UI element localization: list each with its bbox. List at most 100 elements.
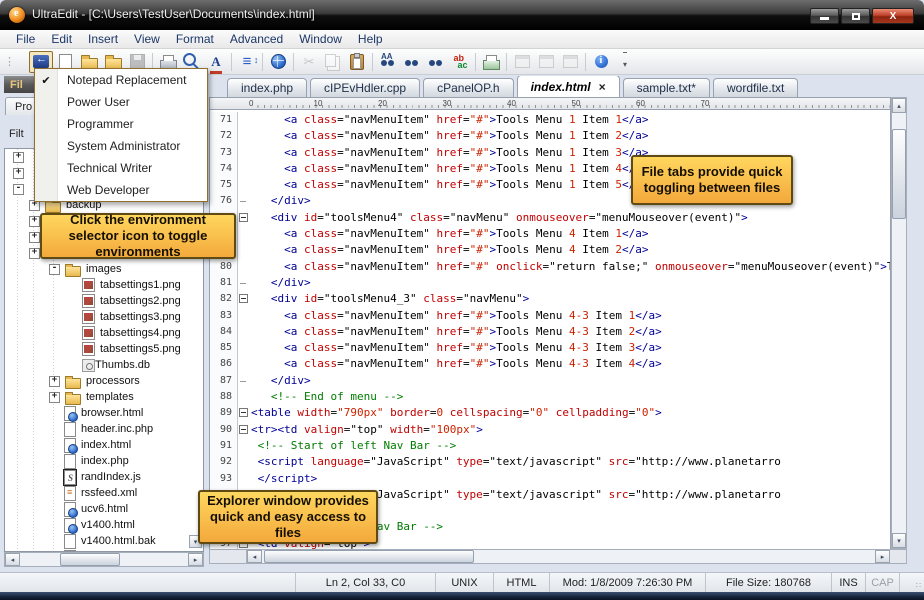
toolbar-drag-handle[interactable]: ⋮ xyxy=(4,55,15,68)
tree-item-rssfeed-xml[interactable]: rssfeed.xml xyxy=(5,485,203,501)
scroll-right-icon[interactable]: ▸ xyxy=(188,553,203,566)
env-menu-item-power-user[interactable]: Power User xyxy=(35,91,207,113)
env-menu-item-system-administrator[interactable]: System Administrator xyxy=(35,135,207,157)
word-wrap-button[interactable] xyxy=(235,51,259,73)
scroll-left-icon[interactable]: ◂ xyxy=(5,553,20,566)
tree-horizontal-scrollbar[interactable]: ◂ ▸ xyxy=(4,552,204,567)
fold-collapse-icon[interactable] xyxy=(239,212,248,222)
tree-item-tabsettings2-png[interactable]: tabsettings2.png xyxy=(5,293,203,309)
find-button[interactable] xyxy=(376,51,400,73)
file-tab-cipevhdler-cpp[interactable]: cIPEvHdler.cpp xyxy=(310,78,421,97)
code-line-77: 77 <div id="toolsMenu4" class="navMenu" … xyxy=(210,209,890,227)
expand-icon[interactable]: + xyxy=(49,375,60,387)
fold-collapse-icon[interactable] xyxy=(239,408,248,418)
about-button[interactable] xyxy=(589,51,613,73)
tree-item-tabsettings5-png[interactable]: tabsettings5.png xyxy=(5,341,203,357)
file-tab-wordfile-txt[interactable]: wordfile.txt xyxy=(712,78,799,97)
file-tab-sample-txt[interactable]: sample.txt* xyxy=(622,78,710,97)
tree-item-v1400-html[interactable]: v1400.html xyxy=(5,517,203,534)
expand-icon[interactable]: + xyxy=(13,151,24,163)
code-text: </script> xyxy=(257,471,318,485)
env-menu-item-programmer[interactable]: Programmer xyxy=(35,113,207,135)
editor-horizontal-scrollbar[interactable]: ◂ ▸ xyxy=(209,549,907,564)
tree-item-index-php[interactable]: index.php xyxy=(5,453,203,469)
tree-item-processors[interactable]: + processors xyxy=(5,373,203,389)
fold-collapse-icon[interactable] xyxy=(239,294,248,304)
menu-insert[interactable]: Insert xyxy=(80,30,126,48)
tree-item-tabsettings3-png[interactable]: tabsettings3.png xyxy=(5,309,203,325)
code-text: <a class="navMenuItem" href="#">Tools Me… xyxy=(284,227,649,241)
cut-button[interactable] xyxy=(297,51,321,73)
scrollbar-thumb[interactable] xyxy=(892,129,906,219)
tree-item-index-html[interactable]: index.html xyxy=(5,437,203,454)
toolbar-separator xyxy=(475,52,476,71)
code-line-79: 79 <a class="navMenuItem" href="#">Tools… xyxy=(210,242,890,259)
menu-help[interactable]: Help xyxy=(350,30,391,48)
fold-collapse-icon[interactable] xyxy=(239,424,248,434)
scroll-down-icon[interactable]: ▾ xyxy=(892,533,906,548)
expand-icon[interactable]: + xyxy=(29,215,40,227)
maximize-button[interactable] xyxy=(841,8,870,24)
tree-item-randindex-js[interactable]: randIndex.js xyxy=(5,468,203,486)
collapse-icon[interactable]: - xyxy=(49,263,60,275)
find-next-icon xyxy=(429,55,443,68)
tree-item-templates[interactable]: + templates xyxy=(5,389,203,405)
tree-item-header-inc-php[interactable]: header.inc.php xyxy=(5,421,203,437)
tree-item-ucv6-html[interactable]: ucv6.html xyxy=(5,501,203,518)
scrollbar-thumb[interactable] xyxy=(60,553,120,566)
menu-format[interactable]: Format xyxy=(168,30,222,48)
find-next-button[interactable] xyxy=(424,51,448,73)
expand-icon[interactable]: + xyxy=(13,167,24,179)
file-tab-index-php[interactable]: index.php xyxy=(227,78,308,97)
tree-item-tabsettings4-png[interactable]: tabsettings4.png xyxy=(5,325,203,341)
line-number: 86 xyxy=(210,356,238,373)
close-button[interactable]: X xyxy=(872,8,914,24)
status-caps: CAP xyxy=(866,573,900,592)
collapse-icon[interactable]: - xyxy=(13,183,24,195)
cascade-windows-button[interactable] xyxy=(510,51,534,73)
check-gutter xyxy=(35,179,58,201)
expand-icon[interactable]: + xyxy=(29,247,40,259)
scroll-left-icon[interactable]: ◂ xyxy=(247,550,262,563)
replace-button[interactable] xyxy=(448,51,472,73)
env-menu-item-web-developer[interactable]: Web Developer xyxy=(35,179,207,201)
menu-window[interactable]: Window xyxy=(291,30,350,48)
menu-advanced[interactable]: Advanced xyxy=(222,30,291,48)
code-text: <a class="navMenuItem" href="#">Tools Me… xyxy=(284,243,649,257)
tree-item-images[interactable]: - images xyxy=(5,261,203,277)
env-menu-item-notepad-replacement[interactable]: ✔ Notepad Replacement xyxy=(35,69,207,91)
scroll-right-icon[interactable]: ▸ xyxy=(875,550,890,563)
minimize-button[interactable] xyxy=(810,8,839,24)
paste-button[interactable] xyxy=(345,51,369,73)
tree-item-browser-html[interactable]: browser.html xyxy=(5,405,203,422)
tree-item-tabsettings1-png[interactable]: tabsettings1.png xyxy=(5,277,203,293)
close-tab-icon[interactable]: × xyxy=(599,80,606,94)
find-prev-button[interactable] xyxy=(400,51,424,73)
tile-windows-button[interactable] xyxy=(534,51,558,73)
browser-view-button[interactable] xyxy=(266,51,290,73)
arrange-windows-button[interactable] xyxy=(558,51,582,73)
reformat-icon xyxy=(482,55,500,70)
menu-edit[interactable]: Edit xyxy=(43,30,80,48)
scroll-up-icon[interactable]: ▴ xyxy=(892,98,906,113)
menu-file[interactable]: File xyxy=(8,30,43,48)
file-tab-index-html[interactable]: index.html × xyxy=(516,76,620,97)
fold-margin xyxy=(238,356,251,372)
code-text: <a class="navMenuItem" href="#">Tools Me… xyxy=(284,161,648,175)
menu-view[interactable]: View xyxy=(126,30,168,48)
env-menu-item-technical-writer[interactable]: Technical Writer xyxy=(35,157,207,179)
tree-item-thumbs-db[interactable]: Thumbs.db xyxy=(5,357,203,373)
about-icon xyxy=(594,55,608,68)
editor-vertical-scrollbar[interactable]: ▴ ▾ xyxy=(891,97,907,549)
tree-item-label: header.inc.php xyxy=(81,423,154,435)
expand-icon[interactable]: + xyxy=(29,231,40,243)
reformat-button[interactable] xyxy=(479,51,503,73)
scrollbar-thumb[interactable] xyxy=(264,550,474,563)
expand-icon[interactable]: + xyxy=(49,391,60,403)
toolbar-options-button[interactable] xyxy=(613,51,637,73)
file-tab-cpanelop-h[interactable]: cPanelOP.h xyxy=(423,78,514,97)
copy-button[interactable] xyxy=(321,51,345,73)
tree-item-v1400-html-bak[interactable]: v1400.html.bak xyxy=(5,533,203,549)
code-text: <a class="navMenuItem" href="#">Tools Me… xyxy=(284,178,648,192)
resize-grip[interactable]: ∷ xyxy=(900,573,924,592)
